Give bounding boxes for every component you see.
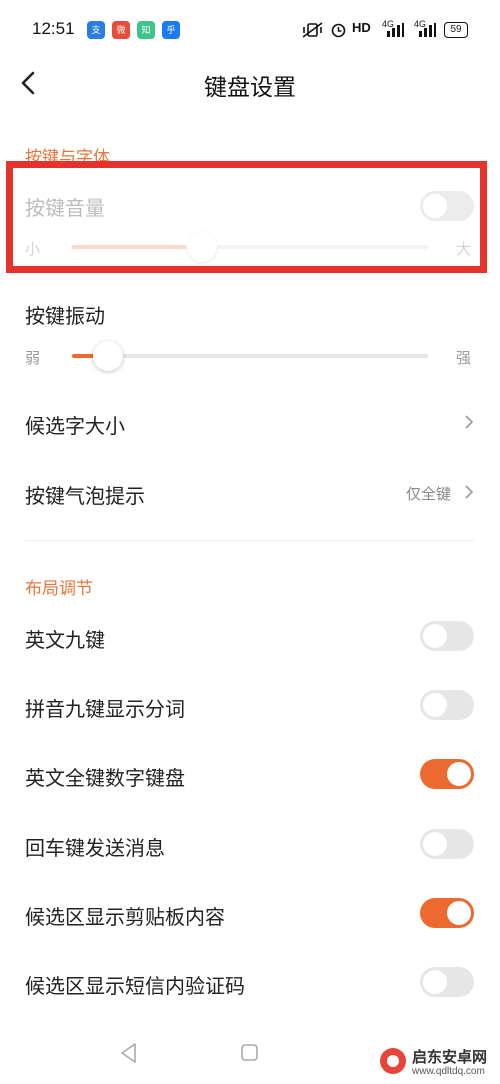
english-full-numeric-label: 英文全键数字键盘 xyxy=(25,766,185,790)
watermark-url: www.qdltdq.com xyxy=(412,1066,485,1077)
key-vibration-label: 按键振动 xyxy=(25,304,105,328)
page-title: 键盘设置 xyxy=(204,75,296,101)
sms-code-candidate-label: 候选区显示短信内验证码 xyxy=(25,974,245,998)
english-full-numeric-toggle[interactable] xyxy=(420,759,474,789)
vibrate-mute-icon xyxy=(302,22,323,38)
english-nine-key-label: 英文九键 xyxy=(25,628,105,652)
app-notification-icon: 支 xyxy=(87,21,105,39)
signal-icon-1 xyxy=(387,23,404,37)
hd-indicator: HD xyxy=(352,20,371,35)
status-bar: 12:51 支 微 知 乎 HD 4G 4G 59 xyxy=(0,0,500,60)
pinyin-nine-key-segment-label: 拼音九键显示分词 xyxy=(25,697,185,721)
enter-send-message-label: 回车键发送消息 xyxy=(25,836,165,860)
zhihu-notification-icon: 乎 xyxy=(162,21,180,39)
english-nine-key-toggle[interactable] xyxy=(420,621,474,651)
vibration-min-label: 弱 xyxy=(25,349,41,367)
watermark-logo-icon xyxy=(380,1048,406,1074)
signal-icon-2 xyxy=(419,23,436,37)
weibo-notification-icon: 微 xyxy=(112,21,130,39)
key-bubble-label[interactable]: 按键气泡提示 xyxy=(25,480,145,509)
pinyin-nine-key-segment-toggle[interactable] xyxy=(420,690,474,720)
enter-send-message-toggle[interactable] xyxy=(420,829,474,859)
sms-code-candidate-toggle[interactable] xyxy=(420,967,474,997)
key-bubble-value: 仅全键 xyxy=(406,485,452,503)
candidate-font-size-label[interactable]: 候选字大小 xyxy=(25,410,125,439)
nav-home-icon[interactable] xyxy=(240,1043,260,1063)
highlight-box xyxy=(6,161,487,273)
section-divider xyxy=(25,540,475,541)
key-vibration-slider-thumb[interactable] xyxy=(93,341,123,371)
vibration-max-label: 强 xyxy=(456,349,472,367)
app-notification-icon-2: 知 xyxy=(137,21,155,39)
nav-back-icon[interactable] xyxy=(118,1040,140,1066)
alarm-icon xyxy=(331,23,346,38)
clipboard-candidate-label: 候选区显示剪贴板内容 xyxy=(25,905,225,929)
status-time: 12:51 xyxy=(32,19,75,38)
chevron-right-icon[interactable] xyxy=(462,485,476,499)
chevron-right-icon[interactable] xyxy=(462,415,476,429)
section-title-layout: 布局调节 xyxy=(25,579,93,599)
watermark-name: 启东安卓网 xyxy=(412,1048,488,1066)
key-vibration-slider[interactable] xyxy=(72,354,428,358)
clipboard-candidate-toggle[interactable] xyxy=(420,898,474,928)
watermark: 启东安卓网 www.qdltdq.com xyxy=(372,1040,500,1084)
battery-icon: 59 xyxy=(444,22,468,38)
